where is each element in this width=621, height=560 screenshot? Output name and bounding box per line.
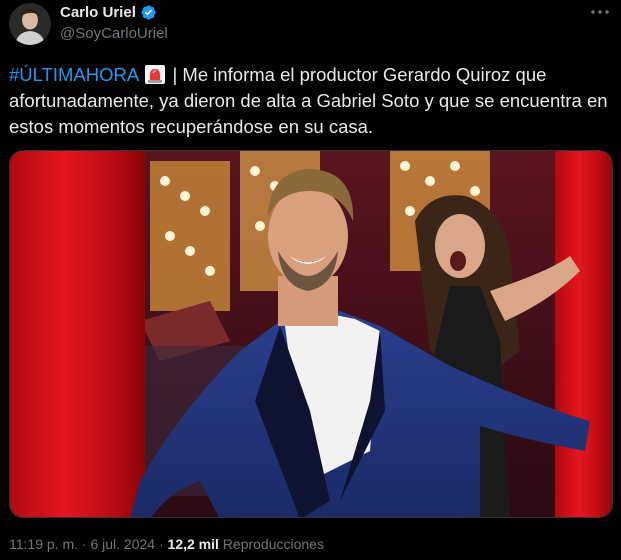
media-photo [10,151,612,517]
author-name-text[interactable]: Carlo Uriel [60,4,136,21]
verified-badge-icon[interactable] [140,4,157,21]
avatar-image [9,3,51,45]
author-handle[interactable]: @SoyCarloUriel [60,25,168,42]
views-label: Reproducciones [222,536,324,552]
meta-separator: · [158,536,164,552]
right-curtain [555,151,612,517]
ellipsis-icon [591,10,609,14]
siren-emoji-icon [145,65,166,84]
left-curtain [10,151,145,517]
tweet-date[interactable]: 6 jul. 2024 [90,536,155,552]
hashtag-link[interactable]: #ÚLTIMAHORA [9,64,138,85]
meta-separator: · [81,536,87,552]
author-avatar[interactable] [9,3,51,45]
more-options-icon[interactable] [589,2,611,22]
tweet-text: #ÚLTIMAHORA | Me informa el productor Ge… [9,62,613,140]
views-count[interactable]: 12,2 mil [168,536,219,552]
tweet-meta: 11:19 p. m. · 6 jul. 2024 · 12,2 mil Rep… [9,536,324,552]
tweet-time[interactable]: 11:19 p. m. [9,536,78,552]
author-name[interactable]: Carlo Uriel [60,4,157,21]
tweet-media[interactable] [9,150,613,518]
